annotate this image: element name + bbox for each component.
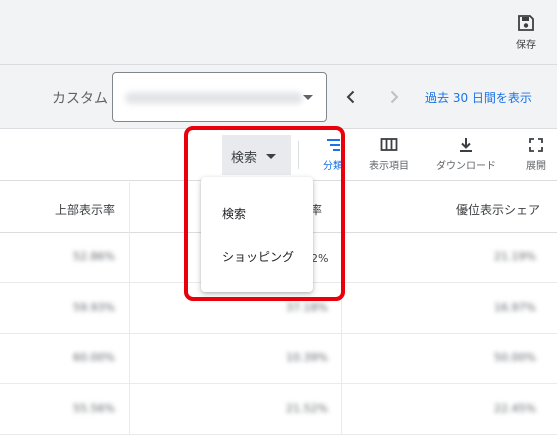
- table-cell: 55.56%: [73, 402, 115, 415]
- menu-item-shopping[interactable]: ショッピング: [222, 248, 294, 265]
- column-header-abs-top-share[interactable]: 優位表示シェア: [456, 201, 540, 218]
- chevron-left-icon: [346, 90, 355, 104]
- date-range-label: カスタム: [52, 91, 108, 107]
- network-dropdown-menu: 検索 ショッピング: [201, 177, 313, 292]
- table-cell: 2%: [311, 252, 329, 265]
- save-icon: [518, 15, 534, 31]
- caret-down-icon: [266, 154, 276, 159]
- network-select-value: 検索: [231, 151, 258, 166]
- table-row: 55.56% 21.52% 22.45%: [0, 385, 557, 435]
- filter-lines-icon: [327, 139, 340, 151]
- segment-button[interactable]: 分類: [318, 137, 348, 172]
- download-button[interactable]: ダウンロード: [429, 137, 503, 172]
- table-row: 60.00% 10.39% 50.00%: [0, 334, 557, 384]
- columns-icon: [380, 138, 398, 151]
- table-cell: 22.45%: [494, 402, 536, 415]
- date-range-select[interactable]: [112, 72, 327, 122]
- segment-label: 分類: [323, 161, 343, 172]
- table-toolbar: 検索 分類 表示項目 ダウンロード 展開: [0, 129, 557, 181]
- next-period-button[interactable]: [383, 86, 405, 108]
- date-range-bar: カスタム 過去 30 日間を表示: [0, 65, 557, 129]
- table-cell: 52.86%: [73, 250, 115, 263]
- menu-item-search[interactable]: 検索: [222, 205, 246, 222]
- save-label: 保存: [516, 40, 536, 51]
- toolbar-divider: [298, 141, 299, 169]
- table-cell: 60.00%: [73, 351, 115, 364]
- table-cell: 10.39%: [286, 351, 328, 364]
- columns-button[interactable]: 表示項目: [363, 137, 415, 172]
- expand-button[interactable]: 展開: [519, 137, 553, 172]
- download-icon: [460, 138, 472, 152]
- table-cell: 21.52%: [286, 402, 328, 415]
- expand-label: 展開: [526, 161, 546, 172]
- columns-label: 表示項目: [369, 161, 409, 172]
- show-last-30-days-link[interactable]: 過去 30 日間を表示: [425, 89, 532, 106]
- table-cell: 50.00%: [494, 351, 536, 364]
- chevron-right-icon: [390, 90, 399, 104]
- table-cell: 59.93%: [73, 301, 115, 314]
- column-header-top-rate[interactable]: 上部表示率: [55, 201, 115, 218]
- download-label: ダウンロード: [436, 161, 496, 172]
- save-button[interactable]: 保存: [508, 14, 544, 56]
- table-cell: 37.18%: [286, 301, 328, 314]
- caret-down-icon: [303, 95, 313, 100]
- network-select[interactable]: 検索: [222, 135, 291, 175]
- previous-period-button[interactable]: [340, 86, 362, 108]
- date-range-value-blurred: [125, 92, 303, 104]
- reporting-page: 保存 カスタム 過去 30 日間を表示 検索 分類 表示項目 ダウンロード 展開…: [0, 0, 557, 435]
- table-cell: 16.97%: [494, 301, 536, 314]
- table-cell: 21.19%: [494, 250, 536, 263]
- top-bar: 保存: [0, 0, 557, 65]
- fullscreen-icon: [529, 138, 543, 152]
